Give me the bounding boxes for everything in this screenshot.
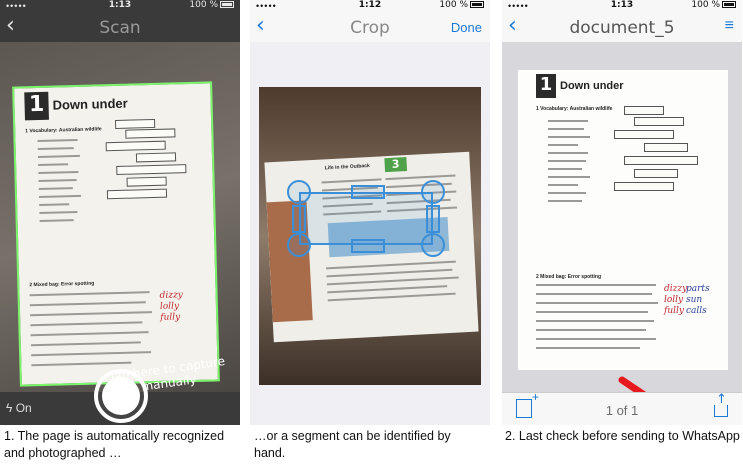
caption-scan: 1. The page is automatically recognized …	[4, 429, 225, 460]
handwritten-notes: parts sun calls	[686, 284, 710, 316]
section-heading: 1 Vocabulary: Australian wildlife	[25, 126, 102, 135]
unit-title: Down under	[560, 80, 624, 92]
battery-indicator: 100 %	[691, 0, 736, 10]
document-page: 1 Down under 1 Vocabulary: Australian wi…	[518, 70, 728, 370]
caption-crop: …or a segment can be identified by hand.	[254, 429, 451, 460]
photo-preview: 3 Life in the Outback	[259, 87, 481, 385]
crop-edge-handle[interactable]	[351, 185, 385, 199]
nav-bar: ‹ Scan	[0, 12, 240, 42]
page-indicator: 1 of 1	[605, 403, 639, 418]
scan-screen: ••••• 1:13 100 % ‹ Scan 1 Down under 1 V…	[0, 0, 240, 425]
caption-review: 2. Last check before sending to WhatsApp	[505, 429, 740, 443]
unit-number: 1	[24, 91, 49, 121]
document-viewer: 1 Down under 1 Vocabulary: Australian wi…	[502, 42, 742, 425]
crop-corner-handle[interactable]	[287, 233, 311, 257]
crop-screen: ••••• 1:12 100 % ‹ Crop Done 3 Life in t…	[250, 0, 490, 425]
battery-icon	[470, 1, 484, 8]
camera-viewfinder[interactable]: 1 Down under 1 Vocabulary: Australian wi…	[0, 42, 240, 394]
crop-edge-handle[interactable]	[351, 239, 385, 253]
menu-icon[interactable]: ≡	[725, 17, 734, 35]
bottom-toolbar: 1 of 1	[502, 390, 742, 425]
crossword-grid	[610, 106, 706, 206]
status-bar: ••••• 1:13 100 %	[502, 0, 742, 12]
status-bar: ••••• 1:12 100 %	[250, 0, 490, 12]
unit-title: Down under	[52, 95, 128, 113]
battery-indicator: 100 %	[439, 0, 484, 10]
battery-percent: 100 %	[189, 0, 218, 10]
article-heading: Life in the Outback	[324, 162, 370, 172]
crop-selection[interactable]	[299, 192, 433, 245]
nav-bar: ‹ Crop Done	[250, 12, 490, 42]
nav-bar: ‹ document_5 ≡	[502, 12, 742, 42]
crop-corner-handle[interactable]	[421, 180, 445, 204]
battery-icon	[722, 1, 736, 8]
battery-percent: 100 %	[439, 0, 468, 10]
done-button[interactable]: Done	[451, 20, 482, 35]
handwritten-notes: dizzy lolly fully	[664, 284, 688, 316]
section-heading: 2 Mixed bag: Error spotting	[536, 274, 602, 280]
crop-corner-handle[interactable]	[287, 180, 311, 204]
unit-number: 1	[536, 74, 556, 98]
crop-edge-handle[interactable]	[426, 205, 440, 233]
page-title: document_5	[569, 18, 675, 38]
crossword-grid	[105, 118, 197, 210]
section-heading: 2 Mixed bag: Error spotting	[29, 280, 95, 289]
page-title: Scan	[99, 18, 141, 38]
battery-indicator: 100 %	[189, 0, 234, 10]
handwritten-notes: dizzy lolly fully	[159, 290, 183, 323]
battery-percent: 100 %	[691, 0, 720, 10]
crop-corner-handle[interactable]	[421, 233, 445, 257]
crop-edge-handle[interactable]	[292, 205, 306, 233]
flash-icon: ϟ	[6, 401, 13, 415]
share-icon[interactable]	[714, 393, 728, 417]
scanned-page-preview: 1 Down under 1 Vocabulary: Australian wi…	[12, 81, 220, 387]
flash-label: On	[15, 401, 32, 415]
battery-icon	[220, 1, 234, 8]
shutter-button[interactable]	[94, 369, 148, 423]
document-review-screen: ••••• 1:13 100 % ‹ document_5 ≡ 1 Down u…	[502, 0, 742, 425]
status-bar: ••••• 1:13 100 %	[0, 0, 240, 12]
flash-toggle[interactable]: ϟ On	[6, 401, 32, 415]
page-badge: 3	[384, 157, 408, 173]
section-heading: 1 Vocabulary: Australian wildlife	[536, 106, 613, 112]
